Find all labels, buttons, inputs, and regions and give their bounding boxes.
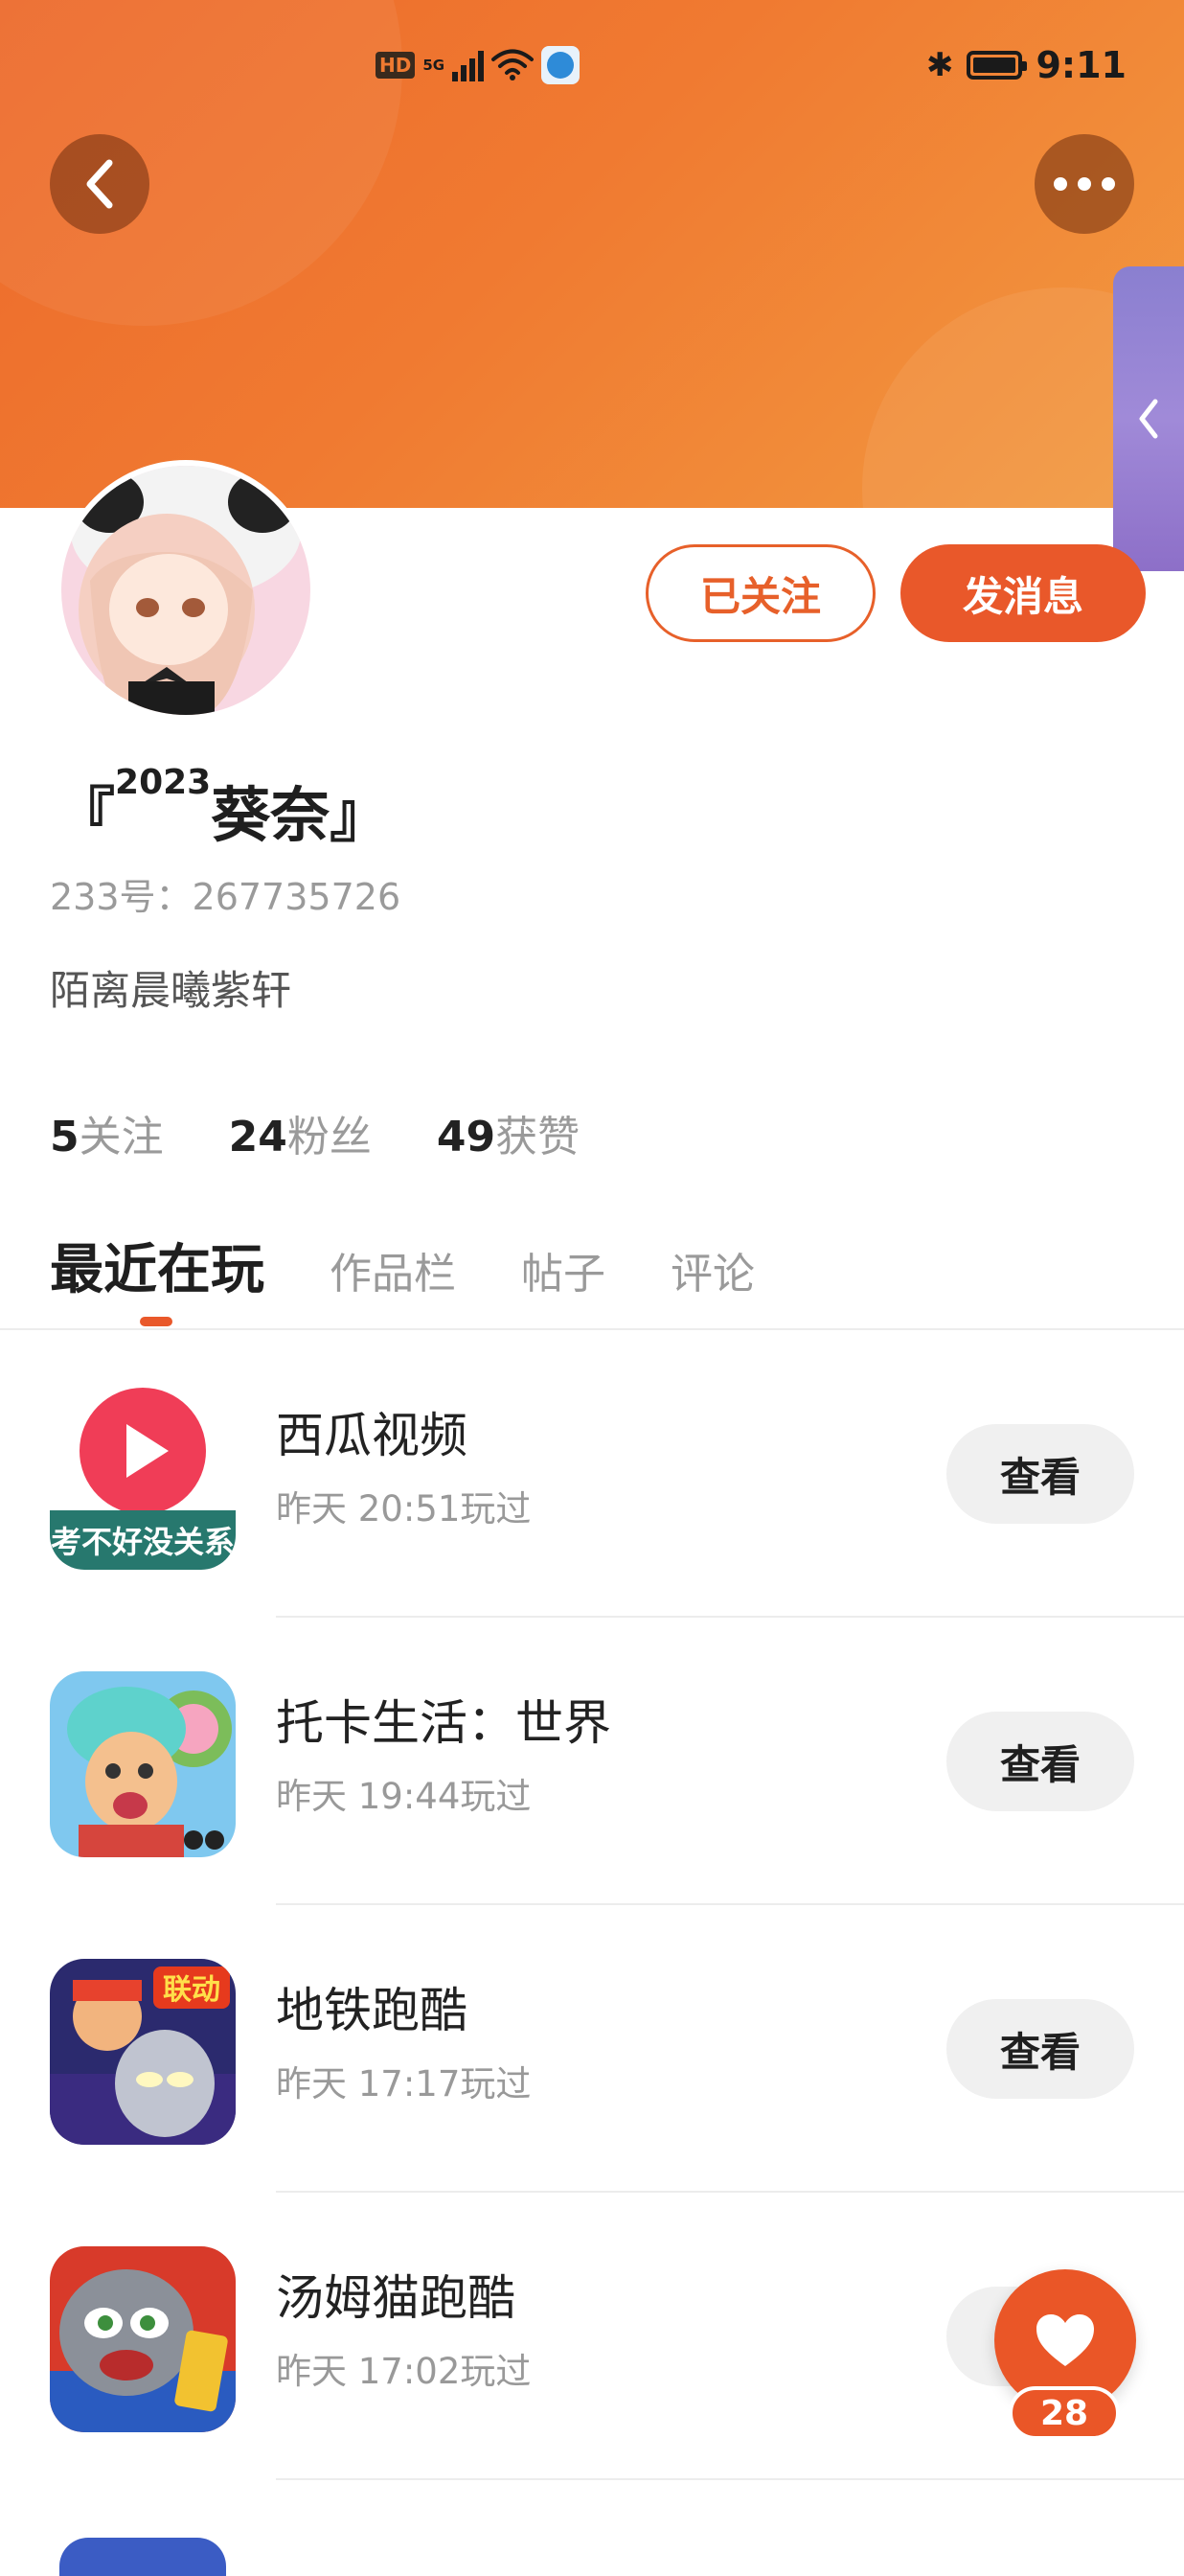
view-button[interactable]: 查看	[946, 1712, 1134, 1811]
divider	[276, 2478, 1184, 2480]
game-name: 托卡生活：世界	[276, 1695, 611, 1751]
stat-value: 24	[228, 1113, 287, 1162]
tab-comments[interactable]: 评论	[671, 1239, 755, 1300]
xigua-video-app-icon: 考不好没关系	[50, 1384, 236, 1570]
profile-tabs: 最近在玩 作品栏 帖子 评论	[50, 1227, 820, 1304]
stat-followers[interactable]: 24粉丝	[229, 1102, 372, 1163]
next-game-app-icon	[59, 2538, 226, 2576]
profile-name: 『2023葵奈』	[56, 763, 390, 853]
avatar-image	[61, 466, 310, 715]
icon-banner-text: 考不好没关系	[51, 1524, 235, 1560]
stat-likes[interactable]: 49获赞	[437, 1102, 580, 1163]
tab-posts[interactable]: 帖子	[521, 1239, 605, 1300]
toca-life-world-app-icon	[50, 1671, 236, 1857]
list-item[interactable]: 考不好没关系 西瓜视频 昨天 20:51玩过 查看	[0, 1330, 1184, 1618]
wifi-icon	[491, 49, 535, 80]
status-time: 9:11	[1036, 44, 1127, 86]
game-last-played: 昨天 17:17玩过	[276, 2063, 532, 2104]
profile-bio: 陌离晨曦紫轩	[50, 967, 292, 1014]
chevron-left-icon	[1139, 399, 1158, 439]
battery-icon	[967, 51, 1028, 80]
icon-banner-text: 联动	[163, 1973, 220, 2007]
game-name: 西瓜视频	[276, 1408, 467, 1463]
name-main: 葵奈	[211, 780, 330, 850]
heart-icon	[1036, 2314, 1094, 2366]
name-bracket-close: 』	[330, 780, 390, 850]
profile-banner: HD 5G ✱ 9:11	[0, 0, 1184, 508]
hd-icon: HD	[376, 52, 416, 79]
status-bar: HD 5G ✱ 9:11	[0, 38, 1184, 96]
tab-works[interactable]: 作品栏	[330, 1239, 456, 1300]
game-last-played: 昨天 20:51玩过	[276, 1488, 532, 1530]
tab-recently-played[interactable]: 最近在玩	[50, 1227, 264, 1304]
chevron-left-icon	[86, 159, 113, 209]
profile-stats: 5关注 24粉丝 49获赞	[50, 1102, 580, 1163]
send-message-button[interactable]: 发消息	[900, 544, 1146, 642]
game-last-played: 昨天 17:02玩过	[276, 2351, 532, 2392]
name-bracket-open: 『	[56, 780, 116, 850]
name-superscript: 2023	[115, 763, 212, 802]
list-item[interactable]: 托卡生活：世界 昨天 19:44玩过 查看	[0, 1618, 1184, 1905]
game-last-played: 昨天 19:44玩过	[276, 1776, 532, 1817]
network-type-label: 5G	[422, 57, 445, 74]
active-tab-indicator	[140, 1317, 172, 1326]
stat-value: 5	[50, 1113, 80, 1162]
more-horizontal-icon	[1054, 177, 1115, 191]
talking-tom-gold-run-app-icon	[50, 2246, 236, 2432]
game-name: 汤姆猫跑酷	[276, 2270, 515, 2326]
stat-label: 关注	[79, 1113, 164, 1162]
bluetooth-icon: ✱	[925, 46, 954, 84]
stat-label: 粉丝	[286, 1113, 372, 1162]
profile-id: 233号：267735726	[50, 876, 401, 918]
like-count-badge: 28	[1009, 2386, 1120, 2440]
game-name: 地铁跑酷	[276, 1983, 467, 2038]
subway-surfers-app-icon: 联动	[50, 1959, 236, 2145]
stat-label: 获赞	[495, 1113, 581, 1162]
stat-following[interactable]: 5关注	[50, 1102, 164, 1163]
avatar[interactable]	[56, 460, 316, 721]
view-button[interactable]: 查看	[946, 1999, 1134, 2099]
list-item[interactable]: 联动 地铁跑酷 昨天 17:17玩过 查看	[0, 1905, 1184, 2193]
stat-value: 49	[436, 1113, 496, 1162]
followed-button[interactable]: 已关注	[646, 544, 876, 642]
side-drawer-tab[interactable]	[1113, 266, 1184, 571]
more-button[interactable]	[1035, 134, 1134, 234]
back-button[interactable]	[50, 134, 149, 234]
signal-icon	[452, 49, 485, 81]
view-button[interactable]: 查看	[946, 1424, 1134, 1524]
app-notification-icon	[541, 46, 581, 84]
